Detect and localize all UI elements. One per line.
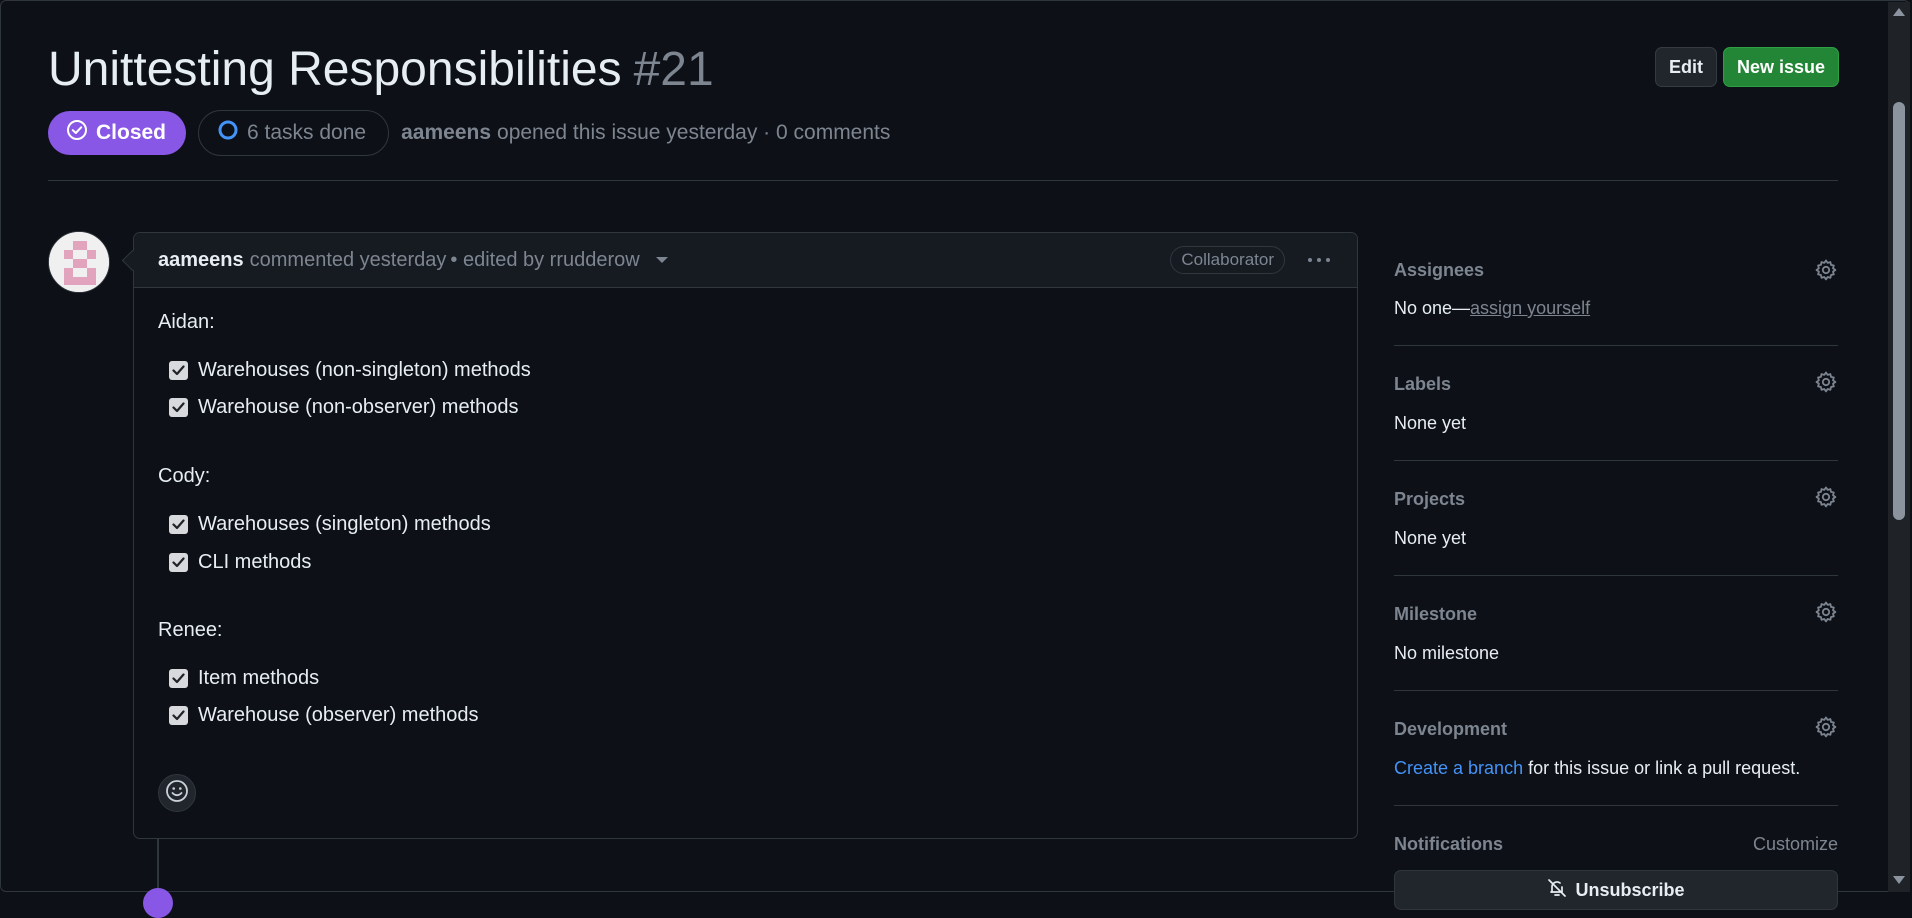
tasks-label: 6 tasks done [247,121,367,144]
page-title: Unittesting Responsibilities #21 [48,40,714,100]
task-label: Warehouses (singleton) methods [198,513,491,535]
avatar[interactable] [48,231,110,293]
task-list-item: Warehouse (observer) methods [169,704,479,727]
development-value: Create a branch for this issue or link a… [1394,758,1800,779]
chevron-down-icon[interactable] [655,257,668,263]
bell-slash-icon [1547,878,1567,903]
unsubscribe-button[interactable]: Unsubscribe [1394,870,1838,910]
projects-value: None yet [1394,528,1467,548]
gear-icon[interactable] [1814,485,1838,509]
labels-title[interactable]: Labels [1394,374,1451,395]
task-list-item: CLI methods [169,551,311,574]
opened-by-author[interactable]: aameens [401,121,491,145]
milestone-value: No milestone [1394,643,1500,663]
task-list-item: Item methods [169,667,319,690]
task-checkbox[interactable] [169,515,188,534]
section-heading: Renee: [158,619,223,641]
sidebar-divider [1394,690,1838,691]
labels-value: None yet [1394,413,1467,433]
add-reaction-button[interactable] [158,774,196,812]
tasks-progress-badge[interactable]: 6 tasks done [198,110,390,156]
opened-text: opened this issue yesterday · 0 comments [497,121,891,144]
task-label: Item methods [198,667,320,689]
comment-card: aameens commented yesterday • edited by … [133,232,1358,839]
task-checkbox[interactable] [169,706,188,725]
task-label: Warehouses (non-singleton) methods [198,359,531,381]
section-heading: Cody: [158,465,211,487]
notifications-title: Notifications [1394,834,1504,854]
unsubscribe-label: Unsubscribe [1575,879,1685,900]
task-list-item: Warehouses (singleton) methods [169,513,491,536]
smiley-icon [165,779,189,808]
task-label: CLI methods [198,551,312,573]
sidebar-divider [1394,805,1838,806]
issue-title: Unittesting Responsibilities [48,43,622,96]
task-list-item: Warehouses (non-singleton) methods [169,359,531,382]
new-issue-button[interactable]: New issue [1722,47,1839,87]
sidebar-divider [1394,575,1838,576]
status-label: Closed [96,121,167,144]
scroll-down-arrow-icon[interactable] [1893,876,1905,884]
header-divider [48,180,1838,181]
development-text: for this issue or link a pull request. [1523,758,1801,778]
create-branch-link[interactable]: Create a branch [1394,758,1523,778]
task-checkbox[interactable] [169,398,188,417]
section-heading: Aidan: [158,311,215,333]
edited-by[interactable]: • edited by rrudderow [450,249,639,272]
task-list-item: Warehouse (non-observer) methods [169,396,519,419]
page-scrollbar[interactable] [1888,2,1910,892]
task-label: Warehouse (observer) methods [198,704,479,726]
task-label: Warehouse (non-observer) methods [198,396,519,418]
header-actions: Edit New issue [1654,47,1839,87]
progress-ring-icon [217,119,239,147]
kebab-menu-icon[interactable] [1303,246,1335,274]
issue-meta: Closed 6 tasks done aameens opened this … [48,110,890,156]
task-checkbox[interactable] [169,669,188,688]
issue-number: #21 [633,43,714,96]
projects-title[interactable]: Projects [1394,489,1465,510]
sidebar-divider [1394,345,1838,346]
task-checkbox[interactable] [169,553,188,572]
customize-link[interactable]: Customize [1753,834,1838,855]
closed-check-icon [66,119,88,147]
milestone-title[interactable]: Milestone [1394,604,1477,625]
development-title[interactable]: Development [1394,719,1507,740]
scroll-up-arrow-icon[interactable] [1893,8,1905,16]
assignees-value: No one—assign yourself [1394,298,1590,319]
gear-icon[interactable] [1814,258,1838,282]
task-checkbox[interactable] [169,361,188,380]
timeline-event-badge [143,888,173,918]
comment-time[interactable]: commented yesterday [250,249,447,272]
sidebar-divider [1394,460,1838,461]
comment-header: aameens commented yesterday • edited by … [134,233,1357,288]
assignees-none-text: No one— [1394,298,1471,318]
comment-author[interactable]: aameens [158,249,244,272]
scrollbar-thumb[interactable] [1893,102,1905,520]
gear-icon[interactable] [1814,370,1838,394]
status-badge: Closed [48,111,187,155]
collaborator-badge: Collaborator [1170,246,1285,274]
assign-yourself-link[interactable]: assign yourself [1470,298,1590,318]
assignees-title[interactable]: Assignees [1394,260,1484,281]
edit-button[interactable]: Edit [1654,47,1717,87]
gear-icon[interactable] [1814,715,1838,739]
gear-icon[interactable] [1814,600,1838,624]
